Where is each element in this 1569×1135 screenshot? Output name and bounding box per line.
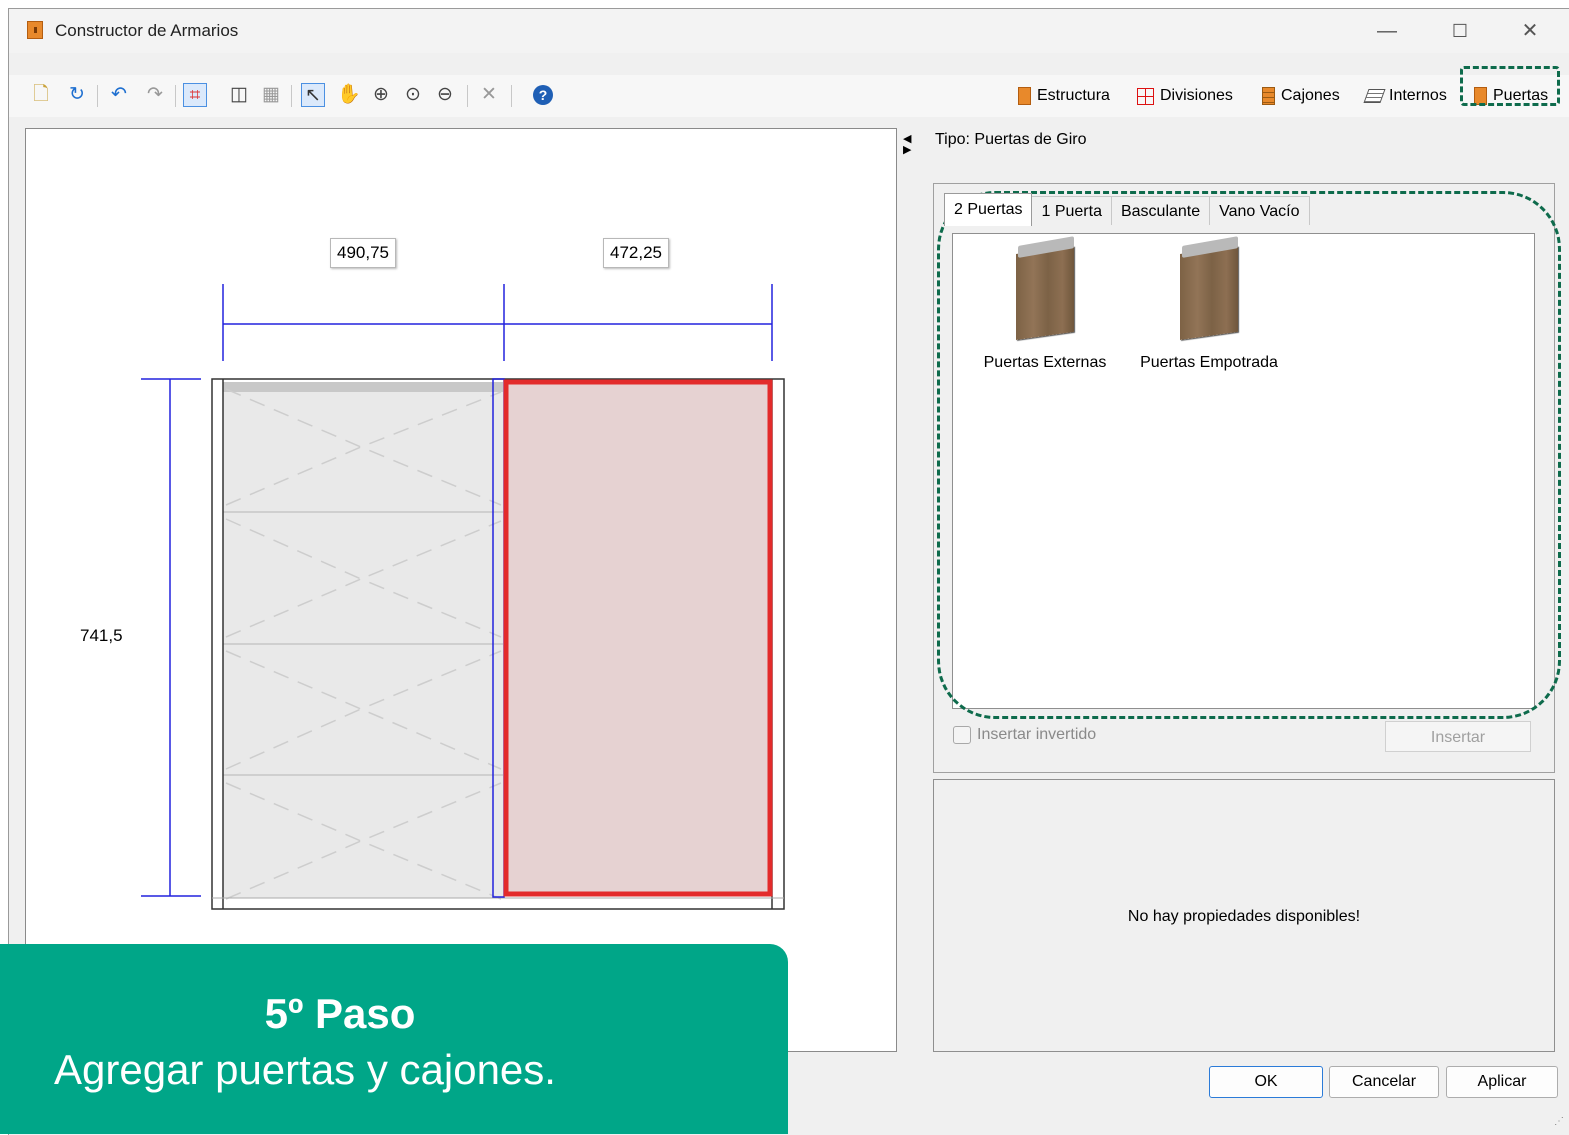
- insert-inverted-checkbox[interactable]: Insertar invertido: [953, 726, 1096, 744]
- puertas-mode-highlight: [1460, 66, 1560, 106]
- step-description: Agregar puertas y cajones.: [54, 1046, 556, 1093]
- grid-icon[interactable]: ▦: [259, 83, 283, 107]
- close-button[interactable]: ✕: [1507, 15, 1553, 47]
- top-panel: [223, 382, 503, 392]
- window-title: Constructor de Armarios: [55, 21, 239, 40]
- zoom-window-icon[interactable]: ⊙: [401, 83, 425, 107]
- checkbox-label: Insertar invertido: [977, 726, 1097, 743]
- help-icon[interactable]: ?: [533, 85, 553, 105]
- dim-label-right: 472,25: [603, 238, 669, 268]
- divisions-icon: [1137, 87, 1154, 105]
- dim-label-left: 490,75: [330, 238, 396, 268]
- toolbar: 🗋 ↻ ↶ ↷ ⌗ ◫ ▦ ↖ ✋ ⊕ ⊙ ⊖ ✕ ? Estructura D…: [9, 75, 1569, 117]
- mode-label: Estructura: [1037, 87, 1110, 104]
- minimize-button[interactable]: —: [1364, 15, 1410, 47]
- toolbar-separator: [291, 85, 292, 107]
- mode-divisiones[interactable]: Divisiones: [1137, 83, 1233, 109]
- wardrobe-drawing: [141, 284, 785, 910]
- selected-bay: [503, 379, 773, 897]
- left-bay: [223, 382, 503, 898]
- pointer-icon[interactable]: ↖: [301, 83, 325, 107]
- zoom-in-icon[interactable]: ⊕: [369, 83, 393, 107]
- mode-estructura[interactable]: Estructura: [1018, 83, 1110, 109]
- app-icon: [27, 21, 43, 39]
- apply-button[interactable]: Aplicar: [1446, 1066, 1558, 1098]
- toolbar-separator: [511, 85, 512, 107]
- properties-panel: No hay propiedades disponibles!: [933, 779, 1555, 1052]
- toolbar-separator: [175, 85, 176, 107]
- maximize-button[interactable]: ☐: [1437, 15, 1483, 47]
- redo-icon[interactable]: ↷: [143, 83, 167, 107]
- mode-label: Internos: [1389, 87, 1447, 104]
- mode-cajones[interactable]: Cajones: [1262, 83, 1340, 109]
- pan-icon[interactable]: ✋: [337, 83, 361, 107]
- cancel-button[interactable]: Cancelar: [1329, 1066, 1439, 1098]
- door-type-label: Tipo: Puertas de Giro: [935, 131, 1087, 148]
- step-callout: 5º Paso Agregar puertas y cajones.: [0, 944, 788, 1134]
- toolbar-separator: [97, 85, 98, 107]
- door-view-icon[interactable]: ◫: [227, 83, 251, 107]
- dim-label-height: 741,5: [80, 626, 123, 645]
- drawing-canvas[interactable]: 490,75 472,25 741,5: [25, 128, 897, 1052]
- step-title: 5º Paso: [264, 990, 416, 1037]
- checkbox-box: [953, 726, 971, 744]
- ok-button[interactable]: OK: [1209, 1066, 1323, 1098]
- no-properties-message: No hay propiedades disponibles!: [1127, 908, 1361, 925]
- drawers-icon: [1262, 87, 1275, 105]
- toolbar-separator: [467, 85, 468, 107]
- new-icon[interactable]: 🗋: [29, 83, 53, 107]
- insert-button[interactable]: Insertar: [1385, 721, 1531, 752]
- undo-icon[interactable]: ↶: [107, 83, 131, 107]
- resize-grip-icon[interactable]: ⋰: [1554, 1116, 1564, 1127]
- mode-label: Cajones: [1281, 87, 1340, 104]
- panel-collapse-toggle[interactable]: ◀ ▶: [903, 134, 911, 156]
- refresh-icon[interactable]: ↻: [65, 83, 89, 107]
- delete-icon[interactable]: ✕: [477, 83, 501, 107]
- door-options-highlight: [937, 191, 1561, 719]
- mode-internos[interactable]: Internos: [1363, 83, 1447, 109]
- show-dims-icon[interactable]: ⌗: [183, 83, 207, 107]
- tab-2-puertas[interactable]: 2 Puertas: [944, 193, 1033, 226]
- title-bar: Constructor de Armarios — ☐ ✕: [9, 9, 1569, 53]
- mode-label: Divisiones: [1160, 87, 1233, 104]
- internals-icon: [1363, 89, 1386, 103]
- structure-icon: [1018, 87, 1031, 105]
- zoom-out-icon[interactable]: ⊖: [433, 83, 457, 107]
